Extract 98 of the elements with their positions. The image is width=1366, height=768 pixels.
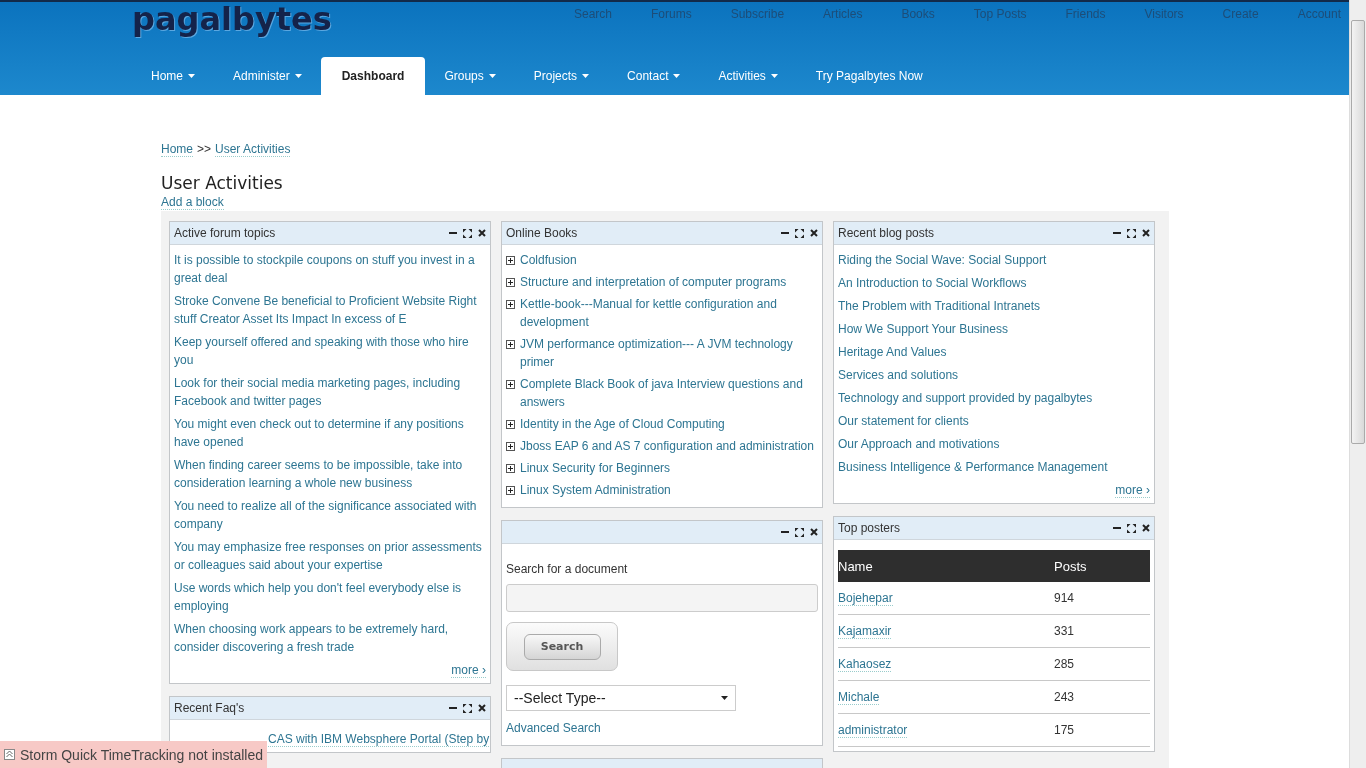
topic-link[interactable]: Use words which help you don't feel everybody else is employing [174, 579, 486, 615]
nav-tab[interactable]: Activities [699, 57, 797, 95]
column-header: Name [838, 550, 1054, 582]
topic-link[interactable]: Look for their social media marketing pages, including Facebook and twitter pages [174, 374, 486, 410]
close-icon[interactable] [1142, 524, 1150, 532]
topic-link[interactable]: How We Support Your Business [838, 320, 1150, 338]
type-select[interactable]: --Select Type-- [506, 685, 736, 711]
add-block-link[interactable]: Add a block [161, 195, 224, 210]
topic-link[interactable]: Technology and support provided by pagalbytes [838, 389, 1150, 407]
advanced-search-link[interactable]: Advanced Search [506, 719, 601, 737]
search-field[interactable] [506, 584, 818, 612]
user-link[interactable]: Kahaosez [838, 657, 892, 672]
topic-link[interactable]: When finding career seems to be impossible, take into consideration learning a whole new business [174, 456, 486, 492]
close-icon[interactable] [1142, 229, 1150, 237]
expand-icon[interactable] [506, 300, 515, 309]
maximize-icon[interactable] [463, 703, 472, 713]
expand-up-icon[interactable] [4, 749, 15, 760]
close-icon[interactable] [810, 528, 818, 536]
close-icon[interactable] [810, 229, 818, 237]
nav-tab[interactable]: Home [132, 57, 214, 95]
user-link[interactable]: Bojehepar [838, 591, 893, 606]
user-link[interactable]: Kajamaxir [838, 624, 892, 639]
search-button[interactable]: Search [523, 633, 601, 660]
topic-link[interactable]: You may emphasize free responses on prior assessments or colleagues said about your expertise [174, 538, 486, 574]
minimize-icon[interactable] [1113, 229, 1121, 237]
topic-link[interactable]: Services and solutions [838, 366, 1150, 384]
topic-link[interactable]: When choosing work appears to be extremely hard, consider discovering a fresh trade [174, 620, 486, 656]
topic-link[interactable]: Our statement for clients [838, 412, 1150, 430]
maximize-icon[interactable] [795, 228, 804, 238]
minimize-icon[interactable] [449, 229, 457, 237]
topic-link[interactable]: The Problem with Traditional Intranets [838, 297, 1150, 315]
topic-link[interactable]: Our Approach and motivations [838, 435, 1150, 453]
topic-link[interactable]: An Introduction to Social Workflows [838, 274, 1150, 292]
topic-link[interactable]: Riding the Social Wave: Social Support [838, 251, 1150, 269]
book-link[interactable]: Kettle-book---Manual for kettle configuration and development [520, 295, 818, 331]
book-link[interactable]: Coldfusion [520, 251, 577, 269]
caret-icon [721, 696, 728, 700]
nav-tab[interactable]: Dashboard [320, 57, 426, 95]
book-link[interactable]: Identity in the Age of Cloud Computing [520, 415, 725, 433]
expand-icon[interactable] [506, 278, 515, 287]
table-cell: 243 [1054, 680, 1150, 714]
panel-title: Recent Faq's [174, 701, 246, 715]
nav-tab[interactable]: Groups [425, 57, 515, 95]
topic-link[interactable]: You might even check out to determine if any positions have opened [174, 415, 486, 451]
close-icon[interactable] [478, 229, 486, 237]
expand-icon[interactable] [506, 420, 515, 429]
expand-icon[interactable] [506, 256, 515, 265]
table-cell: 331 [1054, 614, 1150, 648]
breadcrumb-separator: >> [197, 142, 212, 157]
maximize-icon[interactable] [463, 228, 472, 238]
minimize-icon[interactable] [781, 229, 789, 237]
table-cell: 175 [1054, 713, 1150, 747]
nav-tab[interactable]: Administer [214, 57, 321, 95]
maximize-icon[interactable] [1127, 523, 1136, 533]
topic-link[interactable]: Keep yourself offered and speaking with those who hire you [174, 333, 486, 369]
faq-link[interactable]: CAS with IBM Websphere Portal (Step by [268, 732, 490, 747]
topic-link[interactable]: It is possible to stockpile coupons on stuff you invest in a great deal [174, 251, 486, 287]
site-logo[interactable]: pagalbytes [132, 2, 332, 36]
column-header: Posts [1054, 550, 1150, 582]
breadcrumb-link[interactable]: Home [161, 142, 193, 157]
more-link[interactable]: more › [1115, 483, 1150, 498]
notification-text: Storm Quick TimeTracking not installed [20, 746, 263, 763]
topic-link[interactable]: You need to realize all of the significance associated with company [174, 497, 486, 533]
topic-link[interactable]: Heritage And Values [838, 343, 1150, 361]
book-link[interactable]: Jboss EAP 6 and AS 7 configuration and administration [520, 437, 814, 455]
nav-tab[interactable]: Projects [514, 57, 609, 95]
book-link[interactable]: Complete Black Book of java Interview questions and answers [520, 375, 818, 411]
maximize-icon[interactable] [1127, 228, 1136, 238]
topic-link[interactable]: Business Intelligence & Performance Management [838, 458, 1150, 476]
table-cell: 285 [1054, 647, 1150, 681]
expand-icon[interactable] [506, 486, 515, 495]
maximize-icon[interactable] [795, 527, 804, 537]
close-icon[interactable] [478, 704, 486, 712]
minimize-icon[interactable] [781, 528, 789, 536]
book-link[interactable]: Linux System Administration [520, 481, 671, 499]
book-link[interactable]: Structure and interpretation of computer programs [520, 273, 787, 291]
minimize-icon[interactable] [449, 704, 457, 712]
book-link[interactable]: JVM performance optimization--- A JVM technology primer [520, 335, 818, 371]
expand-icon[interactable] [506, 442, 515, 451]
expand-icon[interactable] [506, 380, 515, 389]
table-cell: 914 [1054, 582, 1150, 615]
minimize-icon[interactable] [1113, 524, 1121, 532]
panel-title: Active forum topics [174, 226, 277, 240]
book-link[interactable]: Linux Security for Beginners [520, 459, 671, 477]
page-title: User Activities [161, 173, 284, 193]
user-link[interactable]: administrator [838, 723, 908, 738]
nav-tab[interactable]: Try Pagalbytes Now [796, 57, 942, 95]
expand-icon[interactable] [506, 464, 515, 473]
search-label: Search for a document [506, 562, 628, 576]
panel-title: Online Books [506, 226, 579, 240]
more-link[interactable]: more › [451, 663, 486, 678]
user-link[interactable]: Michale [838, 690, 880, 705]
nav-tab[interactable]: Contact [608, 57, 700, 95]
panel-title: Recent blog posts [838, 226, 936, 240]
topic-link[interactable]: Stroke Convene Be beneficial to Proficient Website Right stuff Creator Asset Its Impact In excess of E [174, 292, 486, 328]
breadcrumb-link[interactable]: User Activities [215, 142, 291, 157]
expand-icon[interactable] [506, 340, 515, 349]
panel-title: Top posters [838, 521, 902, 535]
